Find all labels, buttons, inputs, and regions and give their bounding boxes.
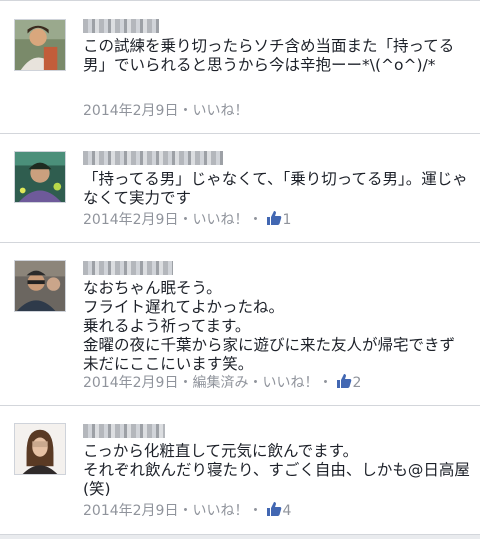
like-count[interactable]: 2: [352, 375, 361, 391]
comment-meta: 2014年2月9日・いいね！: [83, 103, 249, 119]
comment-item: 「持ってる男」じゃなくて、「乗り切ってる男」。運じゃなくて実力です 2014年2…: [0, 133, 480, 243]
avatar[interactable]: [14, 423, 66, 475]
like-link[interactable]: いいね！: [192, 103, 248, 119]
avatar-photo-icon: [15, 261, 65, 311]
like-link[interactable]: いいね！: [192, 212, 248, 228]
avatar[interactable]: [14, 151, 66, 203]
comment-meta: 2014年2月9日・いいね！・ 4: [83, 501, 292, 519]
like-count[interactable]: 4: [282, 503, 291, 519]
comment-text: なおちゃん眠そう。 フライト遅れてよかったね。 乗れるよう祈ってます。 金曜の夜…: [83, 279, 456, 373]
comment-text: こっから化粧直して元気に飲んでます。 それぞれ飲んだり寝たり、すごく自由、しかも…: [83, 442, 470, 498]
comment-text: この試練を乗り切ったらソチ含め当面また「持ってる男」でいられると思うから今は辛抱…: [83, 37, 455, 74]
avatar-photo-icon: [15, 424, 65, 474]
comment-feed: この試練を乗り切ったらソチ含め当面また「持ってる男」でいられると思うから今は辛抱…: [0, 0, 480, 539]
avatar[interactable]: [14, 19, 66, 71]
avatar-photo-icon: [15, 20, 65, 70]
edited-label[interactable]: 編集済み: [192, 375, 248, 391]
comment-item: この試練を乗り切ったらソチ含め当面また「持ってる男」でいられると思うから今は辛抱…: [0, 0, 480, 134]
author-name-blurred[interactable]: [83, 19, 159, 33]
comment-meta: 2014年2月9日・編集済み・いいね！・ 2: [83, 373, 362, 391]
comment-item: こっから化粧直して元気に飲んでます。 それぞれ飲んだり寝たり、すごく自由、しかも…: [0, 405, 480, 535]
like-link[interactable]: いいね！: [192, 503, 248, 519]
author-name-blurred[interactable]: [83, 424, 165, 438]
comment-date[interactable]: 2014年2月9日: [83, 375, 178, 391]
author-name-blurred[interactable]: [83, 151, 223, 165]
thumbs-up-icon[interactable]: [336, 373, 352, 389]
thumbs-up-icon[interactable]: [266, 210, 282, 226]
like-count[interactable]: 1: [282, 212, 291, 228]
comment-date[interactable]: 2014年2月9日: [83, 212, 178, 228]
comment-item: なおちゃん眠そう。 フライト遅れてよかったね。 乗れるよう祈ってます。 金曜の夜…: [0, 242, 480, 406]
comment-text: 「持ってる男」じゃなくて、「乗り切ってる男」。運じゃなくて実力です: [83, 170, 468, 207]
author-name-blurred[interactable]: [83, 261, 173, 275]
comment-date[interactable]: 2014年2月9日: [83, 103, 178, 119]
thumbs-up-icon[interactable]: [266, 501, 282, 517]
like-link[interactable]: いいね！: [262, 375, 318, 391]
comment-date[interactable]: 2014年2月9日: [83, 503, 178, 519]
avatar[interactable]: [14, 260, 66, 312]
avatar-photo-icon: [15, 152, 65, 202]
comment-meta: 2014年2月9日・いいね！・ 1: [83, 210, 292, 228]
